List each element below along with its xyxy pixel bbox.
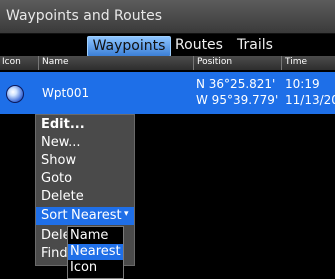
- tab-routes[interactable]: Routes: [173, 36, 225, 55]
- sort-option-name[interactable]: Name: [68, 228, 123, 244]
- column-header-time: Time: [285, 57, 308, 67]
- waypoints-routes-window: Waypoints and Routes Waypoints Routes Tr…: [0, 0, 335, 279]
- menu-item-edit[interactable]: Edit...: [41, 117, 85, 132]
- waypoint-longitude: W 95°39.779': [196, 93, 279, 107]
- sort-dropdown: Name Nearest Icon: [67, 226, 124, 279]
- tab-trails[interactable]: Trails: [233, 36, 277, 55]
- sort-option-icon[interactable]: Icon: [68, 260, 123, 276]
- table-row[interactable]: Wpt001 N 36°25.821' W 95°39.779' 10:19 1…: [0, 72, 335, 114]
- menu-item-new[interactable]: New...: [41, 135, 81, 150]
- menu-item-show[interactable]: Show: [41, 153, 76, 168]
- column-divider: [38, 56, 39, 70]
- tab-waypoints[interactable]: Waypoints: [87, 36, 171, 57]
- column-header-name: Name: [42, 57, 69, 67]
- column-header-position: Position: [197, 57, 233, 67]
- waypoint-time: 10:19: [285, 77, 320, 91]
- sort-select[interactable]: Nearest: [71, 208, 122, 223]
- column-divider: [281, 56, 282, 70]
- waypoint-date: 11/13/20: [285, 93, 335, 107]
- waypoint-dot-icon: [6, 85, 24, 103]
- column-header-icon: Icon: [2, 57, 21, 67]
- title-bar: Waypoints and Routes: [0, 0, 335, 34]
- menu-item-delete[interactable]: Delete: [41, 189, 84, 204]
- tab-strip: Waypoints Routes Trails: [0, 34, 335, 57]
- menu-item-sort[interactable]: Sort Nearest ▾: [36, 207, 134, 225]
- chevron-down-icon: ▾: [124, 209, 129, 219]
- waypoint-name: Wpt001: [42, 86, 90, 100]
- window-title: Waypoints and Routes: [6, 8, 162, 24]
- sort-option-nearest[interactable]: Nearest: [68, 244, 123, 260]
- table-header: Icon Name Position Time: [0, 56, 335, 70]
- column-divider: [193, 56, 194, 70]
- waypoint-latitude: N 36°25.821': [196, 77, 276, 91]
- menu-item-goto[interactable]: Goto: [41, 171, 72, 186]
- sort-label: Sort: [41, 208, 68, 223]
